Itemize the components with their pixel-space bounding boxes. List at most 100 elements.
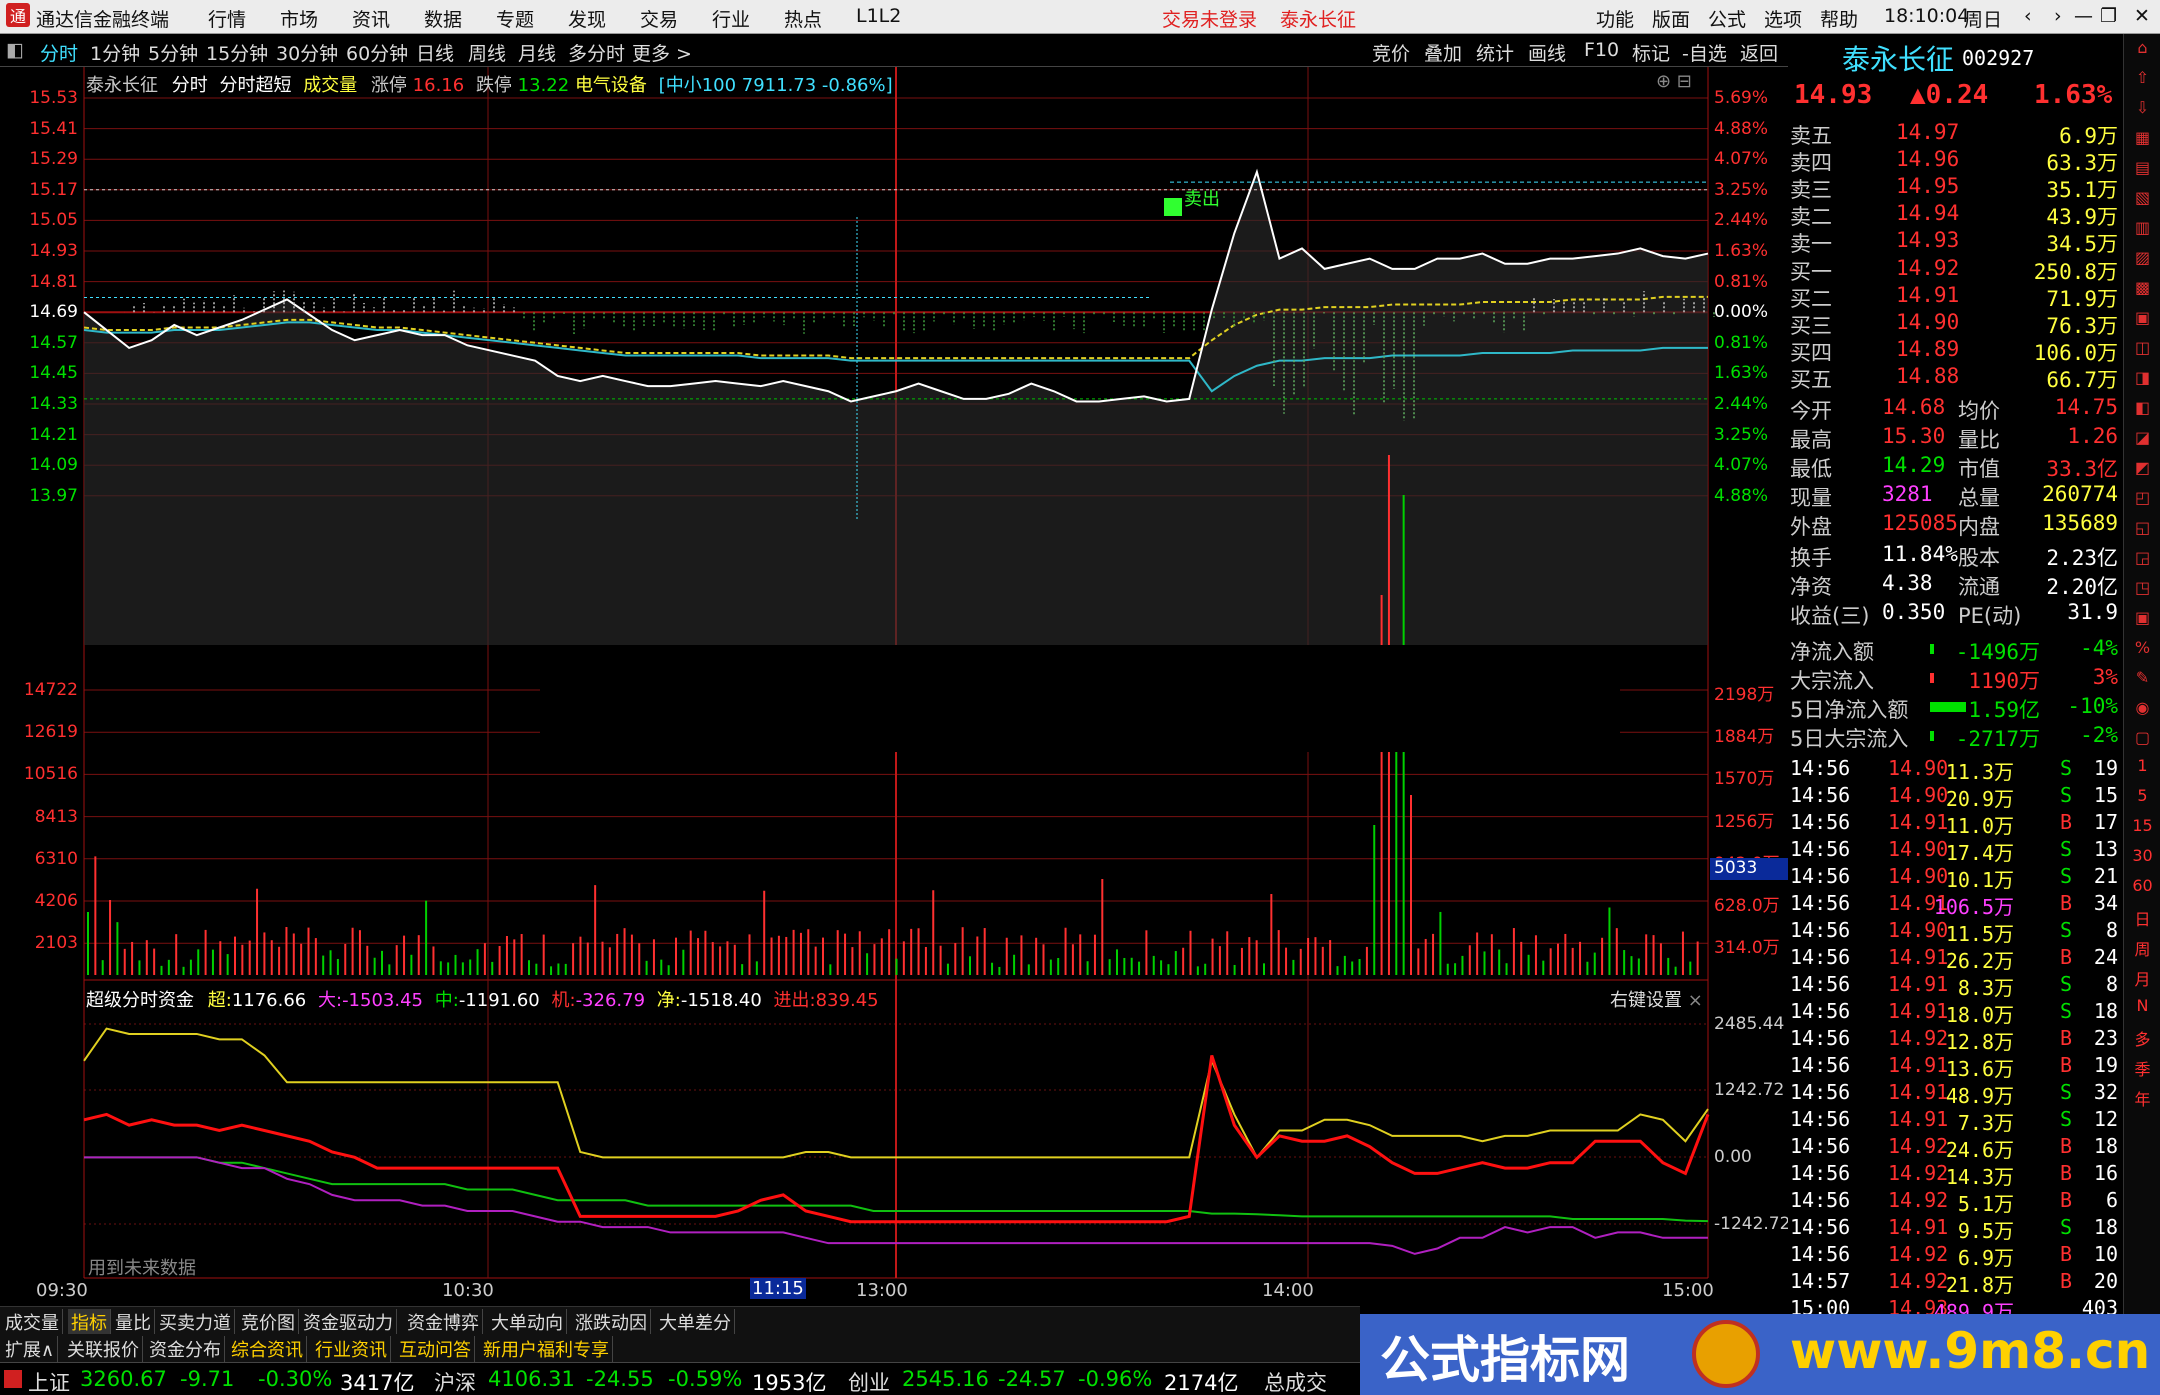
nav-up2-icon[interactable]: ⇧ [2124, 68, 2160, 87]
period-1min[interactable]: 1分钟 [90, 39, 140, 66]
indicator-tab[interactable]: 大单动向 [488, 1309, 567, 1335]
menu-trade[interactable]: 交易 [640, 5, 678, 32]
book-row[interactable]: 卖四 14.96 63.3万 [1790, 147, 2120, 175]
indicator-tab[interactable]: 买卖力道 [156, 1309, 235, 1335]
f8-icon[interactable]: ◲ [2124, 548, 2160, 567]
period-multi[interactable]: 多分时 [568, 39, 625, 66]
f13-icon[interactable]: ▢ [2124, 728, 2160, 747]
period-shortcut[interactable]: 年 [2124, 1086, 2160, 1110]
period-shortcut[interactable]: 15 [2124, 816, 2160, 835]
indicator-tab[interactable]: 指标 [68, 1309, 111, 1335]
chart1-icon[interactable]: ▦ [2124, 128, 2160, 147]
zoom-icon[interactable]: ◉ [2124, 698, 2160, 717]
f12-icon[interactable]: ▣ [2124, 608, 2160, 627]
login-status[interactable]: 交易未登录 [1162, 5, 1257, 32]
period-shortcut[interactable]: 1 [2124, 756, 2160, 775]
stock-link[interactable]: 泰永长征 [1280, 5, 1356, 32]
extension-tab[interactable]: 新用户福利专享 [480, 1336, 613, 1362]
f9-icon[interactable]: ◫ [2124, 338, 2160, 357]
period-5min[interactable]: 5分钟 [148, 39, 198, 66]
extension-tab[interactable]: 行业资讯 [312, 1336, 391, 1362]
period-shortcut[interactable]: 周 [2124, 936, 2160, 960]
book-row[interactable]: 卖一 14.93 34.5万 [1790, 228, 2120, 256]
status-cy-name[interactable]: 创业 [848, 1367, 890, 1395]
indicator-tab[interactable]: 大单差分 [656, 1309, 735, 1335]
period-week[interactable]: 周线 [468, 39, 506, 66]
extension-tab[interactable]: 扩展∧ [2, 1336, 59, 1362]
tool-back[interactable]: 返回 [1740, 39, 1778, 66]
indicator-tab[interactable]: 涨跌动因 [572, 1309, 651, 1335]
pct-icon[interactable]: % [2124, 638, 2160, 657]
period-shortcut[interactable]: 60 [2124, 876, 2160, 895]
extension-tab[interactable]: 综合资讯 [228, 1336, 307, 1362]
book-row[interactable]: 卖五 14.97 6.9万 [1790, 120, 2120, 148]
period-shortcut[interactable]: 多 [2124, 1026, 2160, 1050]
nav-down-icon[interactable]: ⇩ [2124, 98, 2160, 117]
book-row[interactable]: 买二 14.91 71.9万 [1790, 283, 2120, 311]
menu-formula[interactable]: 公式 [1708, 5, 1746, 32]
menu-topics[interactable]: 专题 [496, 5, 534, 32]
tool-mark[interactable]: 标记 [1632, 39, 1670, 66]
status-hs-name[interactable]: 沪深 [434, 1367, 476, 1395]
period-shortcut[interactable]: 5 [2124, 786, 2160, 805]
menu-function[interactable]: 功能 [1596, 5, 1634, 32]
pen-icon[interactable]: ✎ [2124, 668, 2160, 687]
close-icon[interactable]: × [1688, 990, 1703, 1011]
tool-watchlist-remove[interactable]: -自选 [1682, 39, 1727, 66]
period-intraday[interactable]: 分时 [40, 39, 78, 66]
menu-industry[interactable]: 行业 [712, 5, 750, 32]
extension-tab[interactable]: 资金分布 [146, 1336, 225, 1362]
period-15min[interactable]: 15分钟 [206, 39, 268, 66]
indicator-tab[interactable]: 成交量 [2, 1309, 63, 1335]
back-icon[interactable]: ‹ [2024, 5, 2032, 27]
menu-market[interactable]: 市场 [280, 5, 318, 32]
menu-data[interactable]: 数据 [424, 5, 462, 32]
nav-up-icon[interactable]: ⌂ [2124, 38, 2160, 57]
fund-settings-button[interactable]: 右键设置 × [1610, 986, 1703, 1012]
indicator-tab[interactable]: 资金博弈 [404, 1309, 483, 1335]
close-icon[interactable]: ✕ [2134, 5, 2150, 27]
menu-layout[interactable]: 版面 [1652, 5, 1690, 32]
f2-icon[interactable]: ◨ [2124, 368, 2160, 387]
menu-help[interactable]: 帮助 [1820, 5, 1858, 32]
restore-icon[interactable]: ❐ [2100, 5, 2117, 27]
period-30min[interactable]: 30分钟 [276, 39, 338, 66]
period-shortcut[interactable]: 30 [2124, 846, 2160, 865]
chart6-icon[interactable]: ▩ [2124, 278, 2160, 297]
f3-icon[interactable]: ◧ [2124, 398, 2160, 417]
status-sh-name[interactable]: 上证 [28, 1367, 70, 1395]
f6-icon[interactable]: ◰ [2124, 488, 2160, 507]
f4-icon[interactable]: ◪ [2124, 428, 2160, 447]
period-more[interactable]: 更多 > [632, 39, 692, 66]
chart3-icon[interactable]: ▧ [2124, 188, 2160, 207]
f11-icon[interactable]: ◳ [2124, 578, 2160, 597]
period-shortcut[interactable]: 月 [2124, 966, 2160, 990]
indicator-tab[interactable]: 资金驱动力 [300, 1309, 397, 1335]
tool-auction[interactable]: 竞价 [1372, 39, 1410, 66]
chart-expand-icons[interactable]: ⊕ ⊟ [1656, 71, 1692, 92]
chart5-icon[interactable]: ▨ [2124, 248, 2160, 267]
menu-quotes[interactable]: 行情 [208, 5, 246, 32]
f10-icon[interactable]: ▣ [2124, 308, 2160, 327]
f7-icon[interactable]: ◱ [2124, 518, 2160, 537]
chart4-icon[interactable]: ▥ [2124, 218, 2160, 237]
menu-discover[interactable]: 发现 [568, 5, 606, 32]
chart2-icon[interactable]: ▤ [2124, 158, 2160, 177]
extension-tab[interactable]: 互动问答 [396, 1336, 475, 1362]
book-row[interactable]: 买三 14.90 76.3万 [1790, 310, 2120, 338]
panel-toggle-icon[interactable]: ◧ [6, 39, 24, 61]
book-row[interactable]: 买一 14.92 250.8万 [1790, 256, 2120, 284]
menu-l1l2[interactable]: L1L2 [856, 5, 901, 27]
period-60min[interactable]: 60分钟 [346, 39, 408, 66]
period-shortcut[interactable]: N [2124, 996, 2160, 1015]
extension-tab[interactable]: 关联报价 [64, 1336, 143, 1362]
tool-draw[interactable]: 画线 [1528, 39, 1566, 66]
menu-hot[interactable]: 热点 [784, 5, 822, 32]
forward-icon[interactable]: › [2054, 5, 2062, 27]
tool-f10[interactable]: F10 [1584, 39, 1619, 61]
menu-news[interactable]: 资讯 [352, 5, 390, 32]
minimize-icon[interactable]: — [2074, 5, 2093, 27]
menu-options[interactable]: 选项 [1764, 5, 1802, 32]
book-row[interactable]: 卖三 14.95 35.1万 [1790, 174, 2120, 202]
book-row[interactable]: 买五 14.88 66.7万 [1790, 364, 2120, 392]
